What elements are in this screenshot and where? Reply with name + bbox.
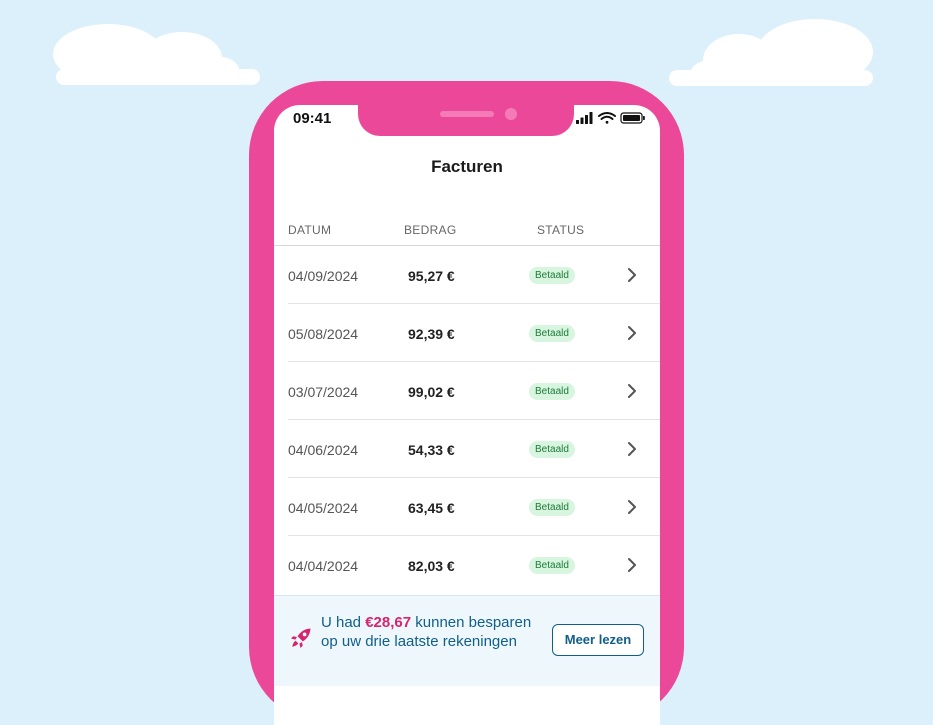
- chevron-right-icon: [628, 326, 636, 340]
- invoice-amount: 92,39 €: [408, 326, 455, 342]
- invoice-row[interactable]: 04/09/2024 95,27 € Betaald: [274, 246, 660, 304]
- status-time: 09:41: [293, 110, 332, 127]
- invoice-amount: 95,27 €: [408, 268, 455, 284]
- savings-banner: U had €28,67 kunnen besparen op uw drie …: [274, 595, 660, 686]
- invoice-date: 04/05/2024: [288, 500, 359, 516]
- invoice-row[interactable]: 04/04/2024 82,03 € Betaald: [274, 536, 660, 594]
- chevron-right-icon: [628, 500, 636, 514]
- invoice-row[interactable]: 04/06/2024 54,33 € Betaald: [274, 420, 660, 478]
- invoice-date: 03/07/2024: [288, 384, 359, 400]
- phone-notch: [358, 100, 574, 136]
- savings-amount: €28,67: [365, 614, 412, 631]
- savings-text-before: U had: [321, 614, 362, 631]
- invoice-date: 04/04/2024: [288, 558, 359, 574]
- phone-camera: [505, 108, 517, 120]
- status-badge: Betaald: [529, 383, 575, 400]
- page-title: Facturen: [431, 157, 503, 176]
- cloud-right: [669, 19, 873, 86]
- savings-message: U had €28,67 kunnen besparen op uw drie …: [321, 613, 541, 651]
- invoice-row[interactable]: 05/08/2024 92,39 € Betaald: [274, 304, 660, 362]
- invoice-row[interactable]: 04/05/2024 63,45 € Betaald: [274, 478, 660, 536]
- chevron-right-icon: [628, 268, 636, 282]
- column-header-status: STATUS: [537, 223, 585, 237]
- chevron-right-icon: [628, 442, 636, 456]
- column-header-date: DATUM: [288, 223, 332, 237]
- invoice-date: 04/09/2024: [288, 268, 359, 284]
- invoice-amount: 99,02 €: [408, 384, 455, 400]
- status-badge: Betaald: [529, 557, 575, 574]
- invoice-amount: 63,45 €: [408, 500, 455, 516]
- phone-speaker: [440, 111, 494, 117]
- status-badge: Betaald: [529, 267, 575, 284]
- wifi-icon: [598, 112, 616, 124]
- signal-icon: [576, 112, 593, 124]
- battery-icon: [620, 112, 645, 124]
- invoice-date: 04/06/2024: [288, 442, 359, 458]
- chevron-right-icon: [628, 558, 636, 572]
- invoice-amount: 82,03 €: [408, 558, 455, 574]
- column-header-amount: BEDRAG: [404, 223, 457, 237]
- status-badge: Betaald: [529, 325, 575, 342]
- read-more-button[interactable]: Meer lezen: [552, 624, 644, 656]
- status-badge: Betaald: [529, 441, 575, 458]
- chevron-right-icon: [628, 384, 636, 398]
- cloud-left: [53, 24, 260, 85]
- invoice-row[interactable]: 03/07/2024 99,02 € Betaald: [274, 362, 660, 420]
- invoice-date: 05/08/2024: [288, 326, 359, 342]
- status-badge: Betaald: [529, 499, 575, 516]
- rocket-icon: [291, 628, 311, 648]
- status-icons: [576, 111, 646, 130]
- invoice-amount: 54,33 €: [408, 442, 455, 458]
